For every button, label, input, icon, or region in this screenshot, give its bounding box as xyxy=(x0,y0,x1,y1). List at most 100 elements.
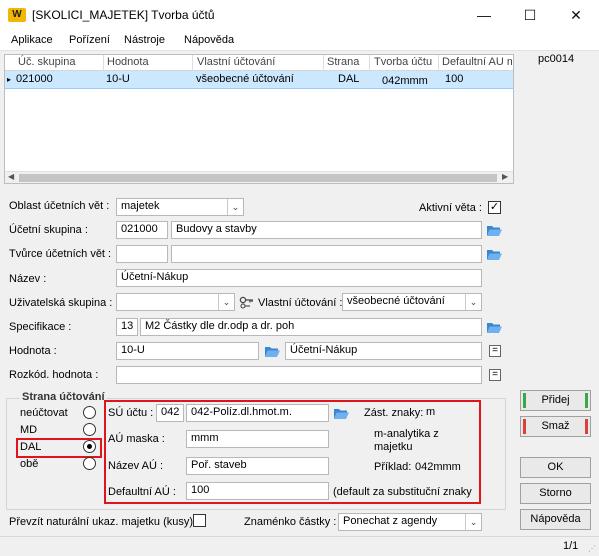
radio-label-neuctovat: neúčtovat xyxy=(20,407,68,419)
maximize-button[interactable]: ☐ xyxy=(507,0,553,31)
vlastni-value: všeobecné účtování xyxy=(347,295,445,307)
col-header-hodnota[interactable]: Hodnota xyxy=(107,56,149,68)
col-header-tvorba[interactable]: Tvorba účtu xyxy=(374,56,432,68)
cell-strana: DAL xyxy=(338,73,360,85)
menu-porizeni[interactable]: Pořízení xyxy=(69,34,110,46)
radio-label-dal: DAL xyxy=(20,441,42,453)
scrollbar-thumb[interactable] xyxy=(19,174,497,182)
smaz-accent xyxy=(585,419,588,434)
prevzit-checkbox[interactable] xyxy=(193,514,206,527)
scroll-left-icon[interactable]: ◀ xyxy=(8,172,14,181)
cell-hodnota: 10-U xyxy=(106,73,130,85)
minimize-button[interactable]: — xyxy=(461,0,507,31)
specifikace-label: Specifikace : xyxy=(9,321,72,333)
grid-header: Úč. skupina Hodnota Vlastní účtování Str… xyxy=(5,55,513,71)
col-header-vlastni[interactable]: Vlastní účtování xyxy=(197,56,275,68)
equals-icon[interactable]: = xyxy=(489,345,501,357)
folder-open-icon[interactable] xyxy=(264,345,280,358)
column-separator xyxy=(323,55,324,71)
znamenko-value: Ponechat z agendy xyxy=(343,515,438,527)
pridej-accent xyxy=(523,393,526,408)
skupina-label: Účetní skupina : xyxy=(9,224,88,236)
close-button[interactable]: ✕ xyxy=(553,0,599,31)
radio-dal[interactable] xyxy=(83,440,96,453)
analytika-note: m-analytika z majetku xyxy=(374,428,439,453)
table-row[interactable]: ▸ 021000 10-U všeobecné účtování DAL 042… xyxy=(5,71,513,89)
col-header-skupina[interactable]: Úč. skupina xyxy=(18,56,75,68)
vlastni-select[interactable]: všeobecné účtování ⌄ xyxy=(342,293,482,311)
specifikace-name-field[interactable]: M2 Částky dle dr.odp a dr. poh xyxy=(140,318,482,336)
smaz-label: Smaž xyxy=(541,420,570,432)
su-label: SÚ účtu : xyxy=(108,407,154,419)
cell-vlastni: všeobecné účtování xyxy=(196,73,294,85)
au-maska-field[interactable]: mmm xyxy=(186,430,329,448)
folder-open-icon[interactable] xyxy=(486,224,502,237)
zast-value: m xyxy=(426,406,436,418)
cell-default: 100 xyxy=(445,73,464,85)
status-bar: 1/1 ⋰ xyxy=(0,536,599,556)
hodnota-field[interactable]: 10-U xyxy=(116,342,259,360)
storno-button[interactable]: Storno xyxy=(520,483,591,504)
smaz-button[interactable]: Smaž xyxy=(520,416,591,437)
menu-aplikace[interactable]: Aplikace xyxy=(11,34,53,46)
smaz-accent xyxy=(523,419,526,434)
specifikace-code-field[interactable]: 13 xyxy=(116,318,138,336)
accounts-grid[interactable]: Úč. skupina Hodnota Vlastní účtování Str… xyxy=(4,54,514,184)
app-logo-icon: W xyxy=(8,8,26,22)
chevron-down-icon[interactable]: ⌄ xyxy=(227,199,243,215)
radio-obe[interactable] xyxy=(83,457,96,470)
hodnota-name-field[interactable]: Účetní-Nákup xyxy=(285,342,482,360)
pridej-accent xyxy=(585,393,588,408)
au-maska-label: AÚ maska : xyxy=(108,433,165,445)
equals-icon[interactable]: = xyxy=(489,369,501,381)
resize-grip-icon[interactable]: ⋰ xyxy=(588,544,596,553)
pridej-button[interactable]: Přidej xyxy=(520,390,591,411)
folder-open-icon[interactable] xyxy=(486,248,502,261)
pridej-label: Přidej xyxy=(541,394,570,406)
chevron-down-icon[interactable]: ⌄ xyxy=(218,294,234,310)
scroll-right-icon[interactable]: ▶ xyxy=(502,172,508,181)
zast-label: Zást. znaky: xyxy=(364,407,424,419)
rozkod-field[interactable] xyxy=(116,366,482,384)
oblast-label: Oblast účetních vět : xyxy=(9,200,110,212)
znamenko-select[interactable]: Ponechat z agendy ⌄ xyxy=(338,513,482,531)
menu-napoveda[interactable]: Nápověda xyxy=(184,34,234,46)
window-title: [SKOLICI_MAJETEK] Tvorba účtů xyxy=(32,8,215,22)
radio-neuctovat[interactable] xyxy=(83,406,96,419)
col-header-default[interactable]: Defaultní AU m xyxy=(442,56,512,68)
folder-open-icon[interactable] xyxy=(333,407,349,420)
ok-button[interactable]: OK xyxy=(520,457,591,478)
nazev-au-field[interactable]: Poř. staveb xyxy=(186,457,329,475)
chevron-down-icon[interactable]: ⌄ xyxy=(465,514,481,530)
key-icon[interactable] xyxy=(239,296,254,309)
column-separator xyxy=(438,55,439,71)
page-indicator: 1/1 xyxy=(563,540,579,552)
oblast-select[interactable]: majetek ⌄ xyxy=(116,198,244,216)
prevzit-label: Převzít naturální ukaz. majetku (kusy) xyxy=(9,516,194,528)
folder-open-icon[interactable] xyxy=(486,321,502,334)
skupina-name-field[interactable]: Budovy a stavby xyxy=(171,221,482,239)
default-au-field[interactable]: 100 xyxy=(186,482,329,500)
skupina-code-field[interactable]: 021000 xyxy=(116,221,168,239)
strana-group-title: Strana účtování xyxy=(20,391,107,403)
napoveda-button[interactable]: Nápověda xyxy=(520,509,591,530)
uzivatelska-select[interactable]: ⌄ xyxy=(116,293,235,311)
row-marker-icon: ▸ xyxy=(7,75,12,84)
chevron-down-icon[interactable]: ⌄ xyxy=(465,294,481,310)
radio-md[interactable] xyxy=(83,423,96,436)
su-code-field[interactable]: 042 xyxy=(156,404,184,422)
vlastni-label: Vlastní účtování : xyxy=(258,297,343,309)
tvorce-code-field[interactable] xyxy=(116,245,168,263)
tvorce-label: Tvůrce účetních vět : xyxy=(9,248,112,260)
radio-label-md: MD xyxy=(20,424,38,436)
horizontal-scrollbar[interactable]: ◀ ▶ xyxy=(5,171,513,183)
nazev-label: Název : xyxy=(9,273,47,285)
column-separator xyxy=(192,55,193,71)
aktivni-checkbox[interactable]: ✓ xyxy=(488,201,501,214)
nazev-field[interactable]: Účetní-Nákup xyxy=(116,269,482,287)
tvorce-name-field[interactable] xyxy=(171,245,482,263)
priklad-value: 042mmm xyxy=(415,461,461,473)
col-header-strana[interactable]: Strana xyxy=(327,56,359,68)
su-name-field[interactable]: 042-Políz.dl.hmot.m. xyxy=(186,404,329,422)
menu-nastroje[interactable]: Nástroje xyxy=(124,34,165,46)
